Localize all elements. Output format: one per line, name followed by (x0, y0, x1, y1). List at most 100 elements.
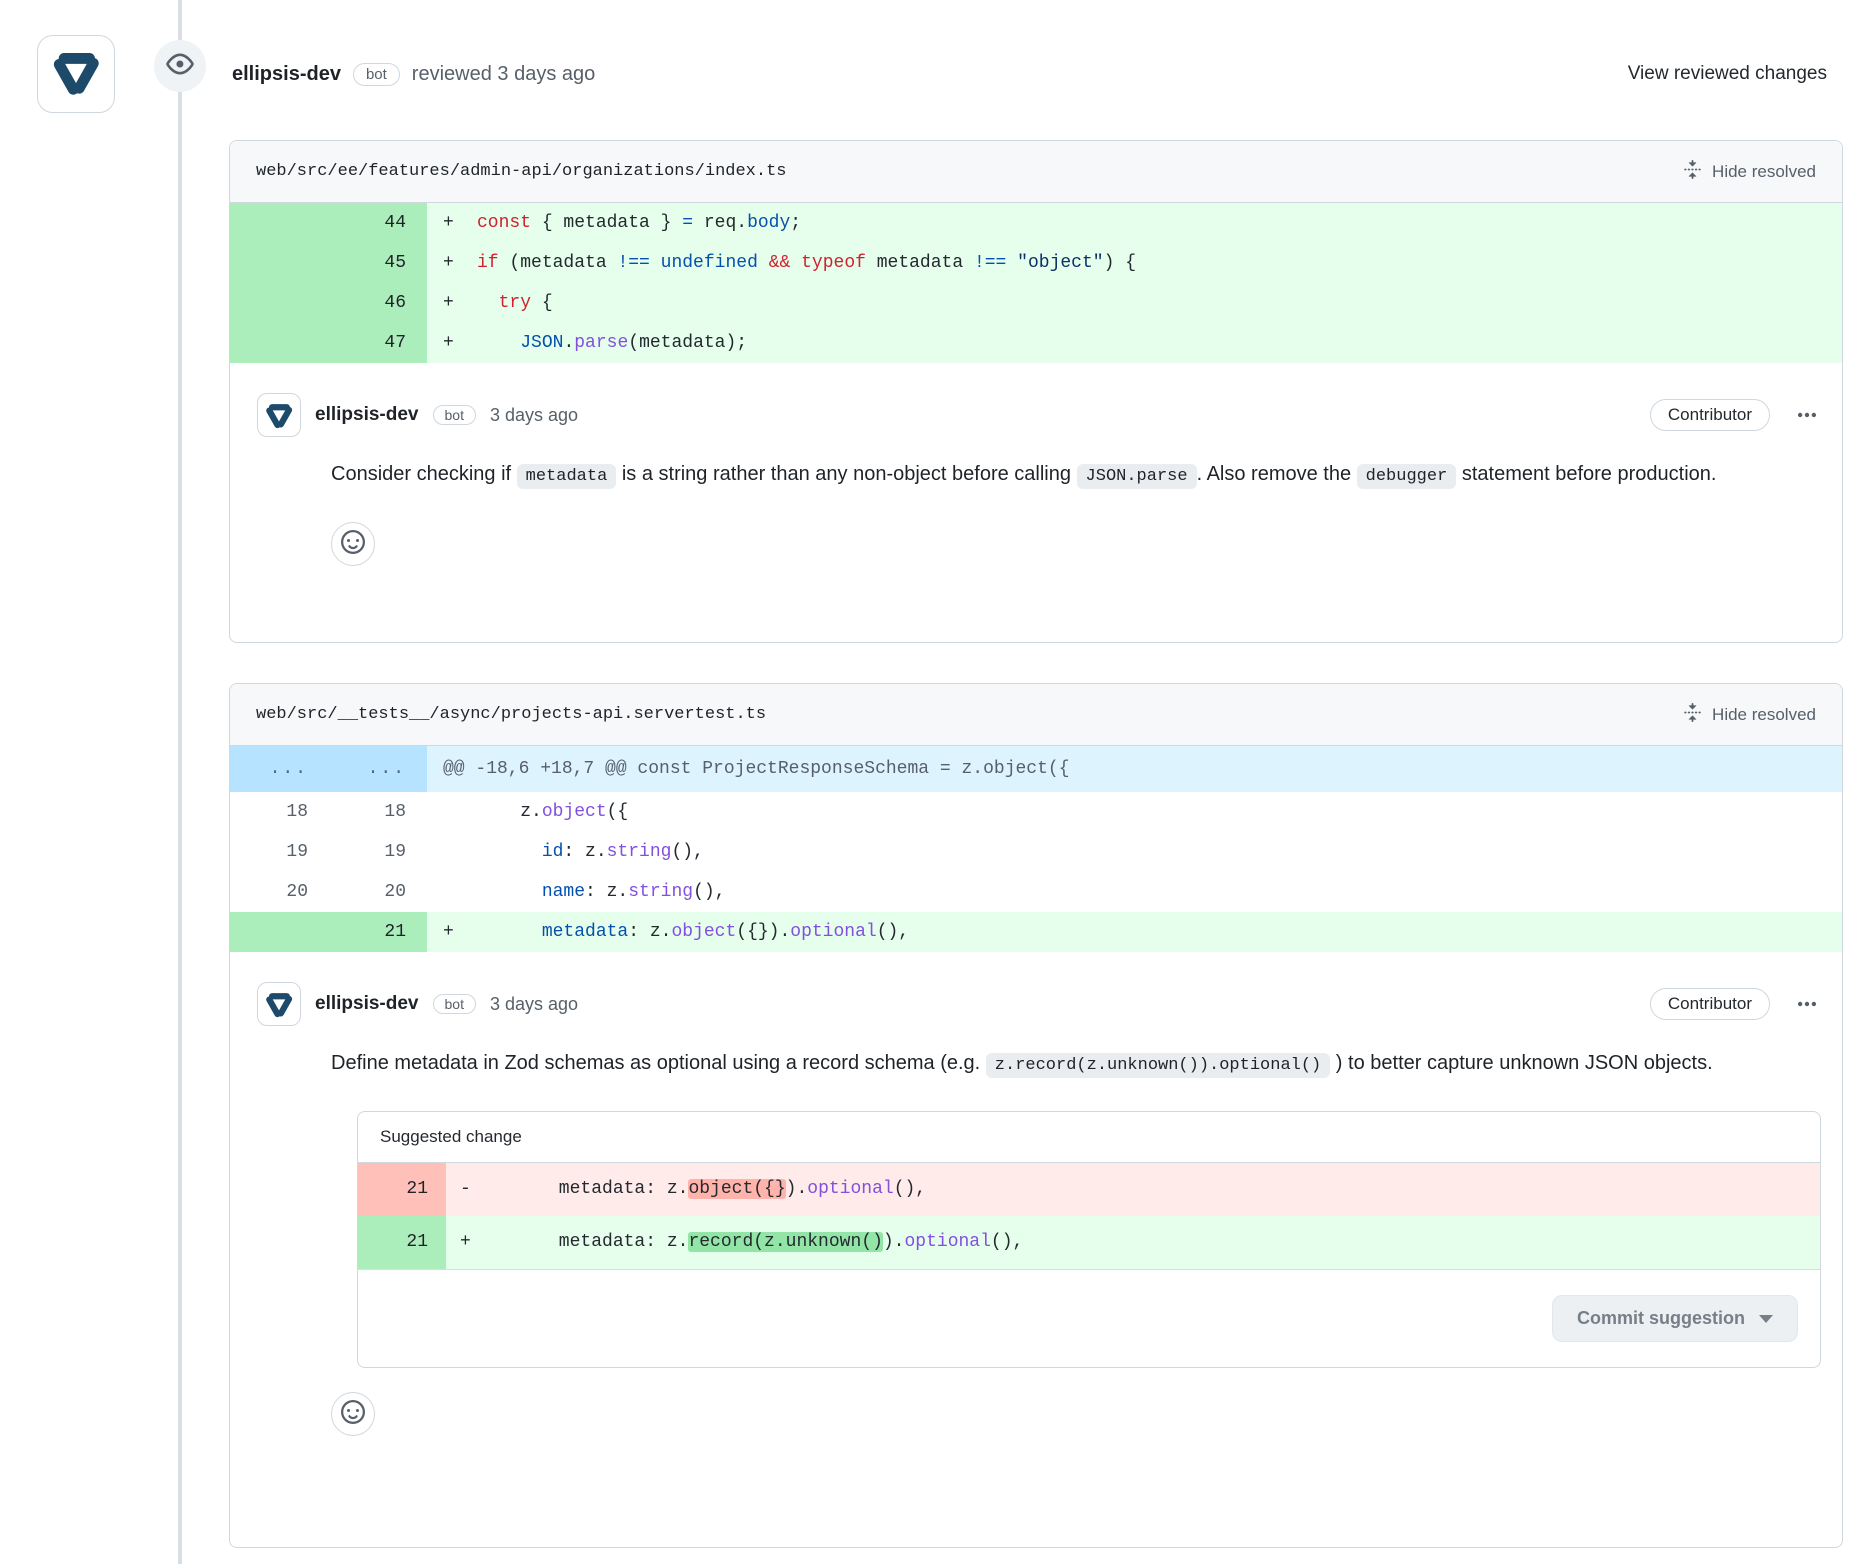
diff-code-row: 21+ metadata: z.object({}).optional(), (230, 912, 1842, 952)
code-line: id: z.string(), (427, 832, 1842, 872)
diff-code-row: 1818 z.object({ (230, 792, 1842, 832)
hunk-header-text: @@ -18,6 +18,7 @@ const ProjectResponseS… (443, 759, 1070, 779)
diff-code-row: 44+const { metadata } = req.body; (230, 203, 1842, 243)
line-number-old (230, 323, 328, 363)
file-header: web/src/ee/features/admin-api/organizati… (230, 141, 1842, 203)
comment-bot-badge: bot (433, 405, 476, 425)
diff-block: ...... @@ -18,6 +18,7 @@ const ProjectRes… (230, 746, 1842, 952)
line-number-gutter: 1818 (230, 792, 427, 832)
inline-code: metadata (517, 464, 617, 489)
inline-code: z.record(z.unknown()).optional() (986, 1053, 1330, 1078)
kebab-menu-icon[interactable] (1796, 404, 1818, 426)
hide-resolved-button[interactable]: Hide resolved (1683, 703, 1816, 727)
file-header: web/src/__tests__/async/projects-api.ser… (230, 684, 1842, 746)
comment-avatar[interactable] (257, 393, 301, 437)
suggested-change-title: Suggested change (358, 1112, 1820, 1163)
diff-code-row: 1919 id: z.string(), (230, 832, 1842, 872)
line-number-new: 44 (328, 203, 426, 243)
line-number-gutter: 47 (230, 323, 427, 363)
commit-suggestion-label: Commit suggestion (1577, 1308, 1745, 1329)
file-path[interactable]: web/src/__tests__/async/projects-api.ser… (256, 705, 766, 724)
code-line: +if (metadata !== undefined && typeof me… (427, 243, 1842, 283)
contributor-badge: Contributor (1650, 988, 1770, 1020)
diff-marker: + (460, 1216, 494, 1269)
diff-marker: + (443, 243, 477, 283)
fold-icon (1683, 703, 1702, 727)
diff-marker: + (443, 283, 477, 323)
diff-marker: + (443, 912, 477, 952)
diff-marker: + (443, 323, 477, 363)
bot-badge: bot (353, 63, 400, 86)
diff-marker: + (443, 203, 477, 243)
add-reaction-button[interactable] (331, 1392, 375, 1436)
line-number-new: 18 (328, 792, 426, 832)
review-comment: ellipsis-dev bot 3 days ago Contributor … (230, 952, 1842, 1460)
line-number-old (230, 243, 328, 283)
line-number-old (230, 283, 328, 323)
contributor-badge: Contributor (1650, 399, 1770, 431)
review-thread-card-2: web/src/__tests__/async/projects-api.ser… (229, 683, 1843, 1548)
comment-avatar[interactable] (257, 982, 301, 1026)
code-line: @@ -18,6 +18,7 @@ const ProjectResponseS… (427, 746, 1842, 792)
comment-timestamp[interactable]: 3 days ago (490, 994, 578, 1015)
file-path[interactable]: web/src/ee/features/admin-api/organizati… (256, 162, 787, 181)
line-number-old: 20 (230, 872, 328, 912)
diff-code-row: 45+if (metadata !== undefined && typeof … (230, 243, 1842, 283)
diff-code-row: 46+ try { (230, 283, 1842, 323)
inline-code: JSON.parse (1077, 464, 1197, 489)
inline-code: debugger (1357, 464, 1457, 489)
line-number: 21 (358, 1163, 446, 1216)
suggestion-addition-row: 21+ metadata: z.record(z.unknown()).opti… (358, 1216, 1820, 1269)
review-header: ellipsis-dev bot reviewed 3 days ago Vie… (232, 52, 1827, 96)
comment-author[interactable]: ellipsis-dev (315, 993, 419, 1015)
code-line: + metadata: z.record(z.unknown()).option… (446, 1216, 1820, 1269)
add-reaction-button[interactable] (331, 522, 375, 566)
fold-icon (1683, 160, 1702, 184)
code-line: +const { metadata } = req.body; (427, 203, 1842, 243)
line-number-new: 45 (328, 243, 426, 283)
ellipsis-logo-icon (50, 46, 102, 103)
comment-body: Consider checking if metadata is a strin… (331, 453, 1818, 498)
hide-resolved-button[interactable]: Hide resolved (1683, 160, 1816, 184)
code-line: - metadata: z.object({}).optional(), (446, 1163, 1820, 1216)
suggestion-footer: Commit suggestion (358, 1269, 1820, 1367)
line-number-new: ... (328, 746, 426, 792)
line-number-gutter: ...... (230, 746, 427, 792)
line-number-new: 47 (328, 323, 426, 363)
code-line: + JSON.parse(metadata); (427, 323, 1842, 363)
line-number-gutter: 2020 (230, 872, 427, 912)
hide-resolved-label: Hide resolved (1712, 162, 1816, 182)
line-number-gutter: 45 (230, 243, 427, 283)
diff-hunk-row: ...... @@ -18,6 +18,7 @@ const ProjectRes… (230, 746, 1842, 792)
review-thread-card-1: web/src/ee/features/admin-api/organizati… (229, 140, 1843, 643)
view-reviewed-changes-link[interactable]: View reviewed changes (1628, 63, 1827, 85)
smiley-icon (341, 530, 365, 559)
diff-code-row: 2020 name: z.string(), (230, 872, 1842, 912)
code-line: + try { (427, 283, 1842, 323)
comment-timestamp[interactable]: 3 days ago (490, 405, 578, 426)
timeline-line (178, 0, 182, 1564)
code-line: + metadata: z.object({}).optional(), (427, 912, 1842, 952)
suggested-change-block: Suggested change 21- metadata: z.object(… (357, 1111, 1821, 1368)
review-action-text: reviewed 3 days ago (412, 63, 595, 86)
eye-icon (166, 50, 194, 83)
comment-bot-badge: bot (433, 994, 476, 1014)
line-number-old: 18 (230, 792, 328, 832)
line-number-gutter: 44 (230, 203, 427, 243)
hide-resolved-label: Hide resolved (1712, 705, 1816, 725)
comment-body: Define metadata in Zod schemas as option… (331, 1042, 1818, 1087)
dropdown-caret-icon (1759, 1315, 1773, 1323)
line-number-old (230, 912, 328, 952)
line-number-gutter: 1919 (230, 832, 427, 872)
kebab-menu-icon[interactable] (1796, 993, 1818, 1015)
reviewer-name[interactable]: ellipsis-dev (232, 63, 341, 86)
comment-author[interactable]: ellipsis-dev (315, 404, 419, 426)
line-number-old (230, 203, 328, 243)
line-number-new: 20 (328, 872, 426, 912)
reviewer-avatar[interactable] (37, 35, 115, 113)
commit-suggestion-button[interactable]: Commit suggestion (1552, 1295, 1798, 1342)
suggestion-diff: 21- metadata: z.object({}).optional(),21… (358, 1163, 1820, 1269)
suggestion-deletion-row: 21- metadata: z.object({}).optional(), (358, 1163, 1820, 1216)
diff-block: 44+const { metadata } = req.body;45+if (… (230, 203, 1842, 363)
comment-header: ellipsis-dev bot 3 days ago Contributor (257, 982, 1818, 1026)
